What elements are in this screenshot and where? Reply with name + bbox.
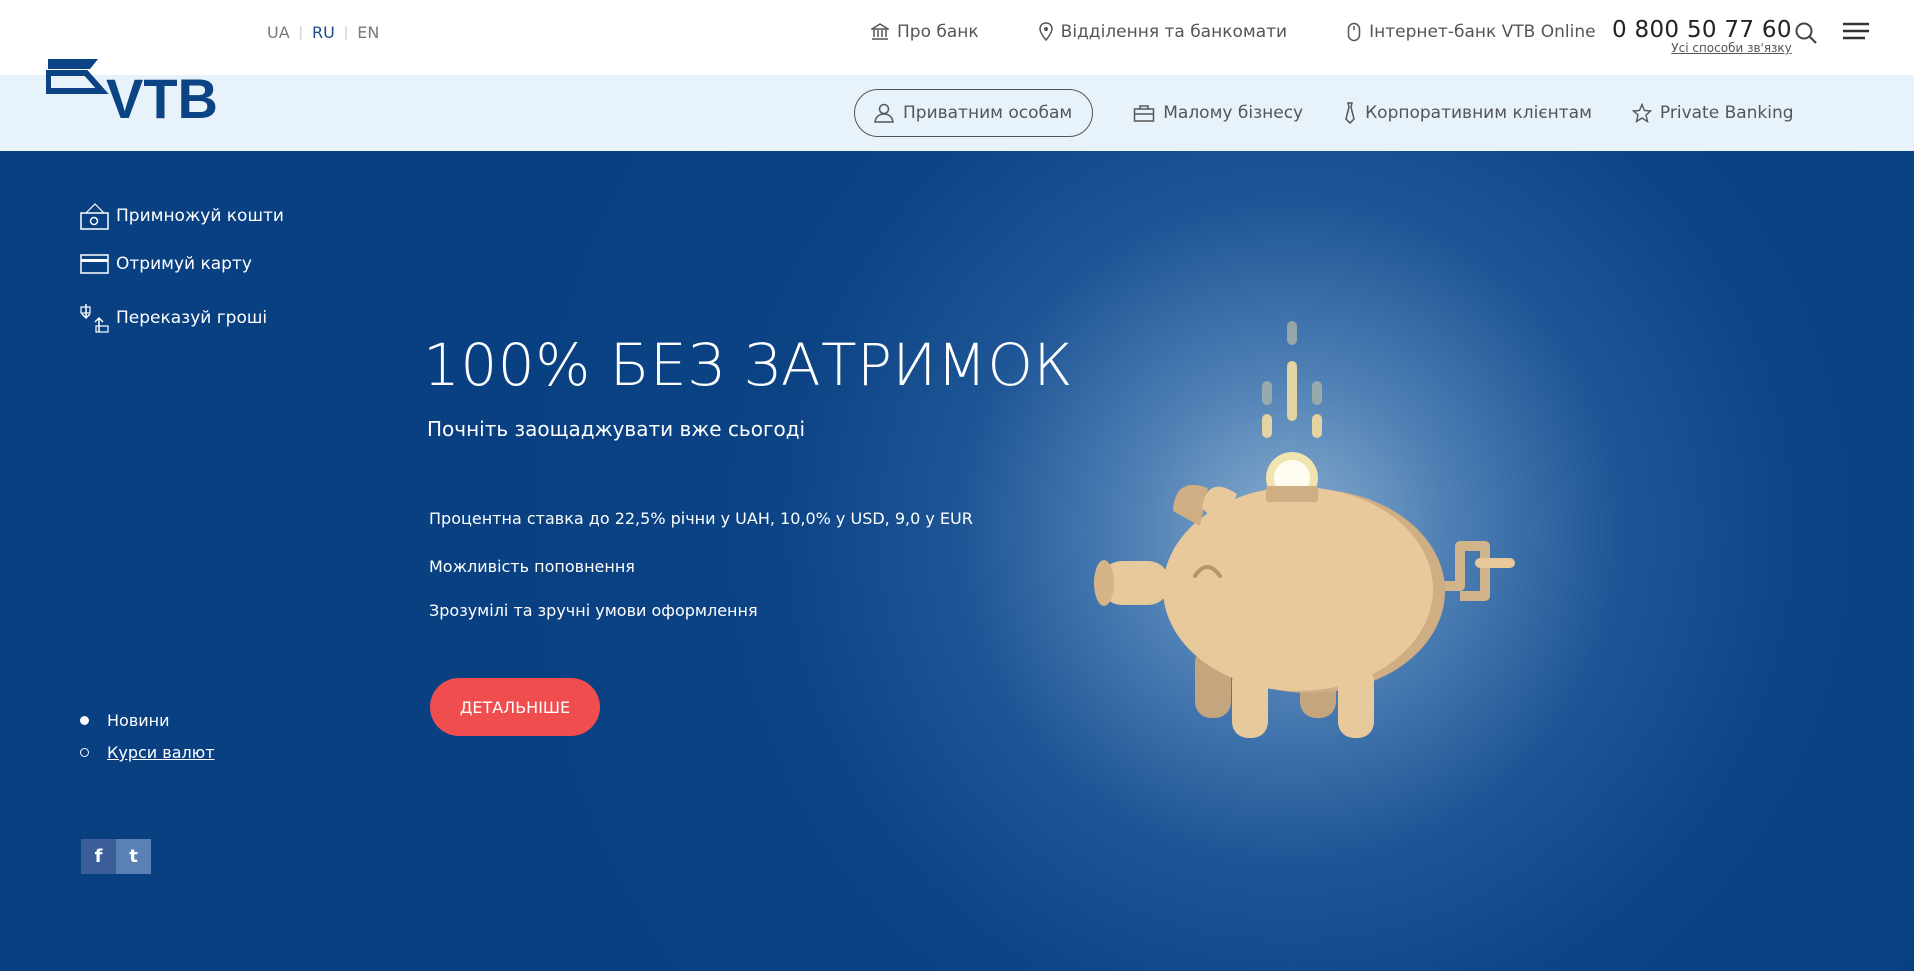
segment-private-label: Приватним особам [903, 103, 1073, 123]
facebook-icon[interactable]: f [81, 839, 116, 874]
inactive-dot-icon [80, 748, 89, 757]
card-icon [80, 254, 109, 274]
segment-nav: Приватним особам Малому бізнесу Корпорат… [854, 89, 1834, 137]
mouse-icon [1347, 22, 1361, 42]
money-icon [80, 203, 109, 230]
hero-subtitle: Почніть заощаджувати вже сьогоді [427, 417, 806, 441]
branches-label: Відділення та банкомати [1060, 22, 1288, 42]
segment-small-business-label: Малому бізнесу [1163, 103, 1304, 123]
lang-ru[interactable]: RU [312, 23, 335, 42]
side-item-multiply-label: Примножуй кошти [116, 206, 284, 226]
briefcase-icon [1133, 105, 1155, 122]
side-item-card[interactable]: Отримуй карту [80, 253, 252, 275]
vtb-logo[interactable]: VTB [45, 53, 218, 130]
hero-title: 100% БЕЗ ЗАТРИМОК [423, 331, 1074, 399]
hero-feature: Зрозумілі та зручні умови оформлення [429, 601, 758, 620]
about-bank-label: Про банк [897, 22, 979, 42]
about-bank-link[interactable]: Про банк [871, 22, 979, 42]
details-button[interactable]: ДЕТАЛЬНІШЕ [430, 678, 600, 736]
location-pin-icon [1038, 22, 1053, 42]
logo-text: VTB [106, 67, 216, 121]
hero-banner: Примножуй кошти Отримуй карту Переказуй … [0, 151, 1914, 971]
lang-separator: | [343, 25, 349, 40]
contact-ways-link[interactable]: Усі способи зв'язку [1612, 41, 1792, 55]
phone-block: 0 800 50 77 60 Усі способи зв'язку [1612, 17, 1792, 55]
active-dot-icon [80, 716, 89, 725]
segment-small-business[interactable]: Малому бізнесу [1133, 89, 1303, 137]
segment-corporate[interactable]: Корпоративним клієнтам [1343, 89, 1592, 137]
lang-en[interactable]: EN [357, 23, 379, 42]
news-tab[interactable]: Новини [80, 711, 170, 730]
segment-private-banking-label: Private Banking [1659, 103, 1794, 123]
tie-icon [1345, 102, 1355, 124]
twitter-icon[interactable]: t [116, 839, 151, 874]
piggy-bank-illustration [1080, 266, 1530, 750]
side-item-multiply[interactable]: Примножуй кошти [80, 201, 284, 231]
transfer-icon [80, 304, 109, 333]
segment-private-banking[interactable]: Private Banking [1631, 89, 1794, 137]
news-tab-label: Новини [107, 711, 170, 730]
top-bar: UA | RU | EN Про банк Відділення та банк… [0, 0, 1914, 75]
internet-bank-link[interactable]: Інтернет-банк VTB Online [1347, 22, 1596, 42]
top-links: Про банк Відділення та банкомати Інтерне… [871, 22, 1656, 42]
currency-rates-label: Курси валют [107, 743, 215, 762]
currency-rates-tab[interactable]: Курси валют [80, 743, 215, 762]
language-switcher: UA | RU | EN [267, 23, 379, 42]
branches-link[interactable]: Відділення та банкомати [1038, 22, 1288, 42]
phone-number[interactable]: 0 800 50 77 60 [1612, 17, 1792, 43]
social-links: f t [81, 839, 151, 874]
side-item-card-label: Отримуй карту [116, 254, 252, 274]
person-icon [874, 103, 894, 123]
hero-feature: Процентна ставка до 22,5% річни у UAH, 1… [429, 509, 973, 528]
segment-corporate-label: Корпоративним клієнтам [1365, 103, 1592, 123]
lang-separator: | [298, 25, 304, 40]
search-icon[interactable] [1794, 21, 1818, 49]
bank-icon [871, 23, 889, 40]
lang-ua[interactable]: UA [267, 23, 290, 42]
side-item-transfer[interactable]: Переказуй гроші [80, 302, 267, 334]
hero-feature: Можливість поповнення [429, 557, 635, 576]
internet-bank-label: Інтернет-банк VTB Online [1369, 22, 1596, 42]
star-icon [1631, 103, 1652, 123]
segment-private[interactable]: Приватним особам [854, 89, 1094, 137]
hamburger-menu-icon[interactable] [1843, 21, 1869, 45]
side-item-transfer-label: Переказуй гроші [116, 308, 268, 328]
